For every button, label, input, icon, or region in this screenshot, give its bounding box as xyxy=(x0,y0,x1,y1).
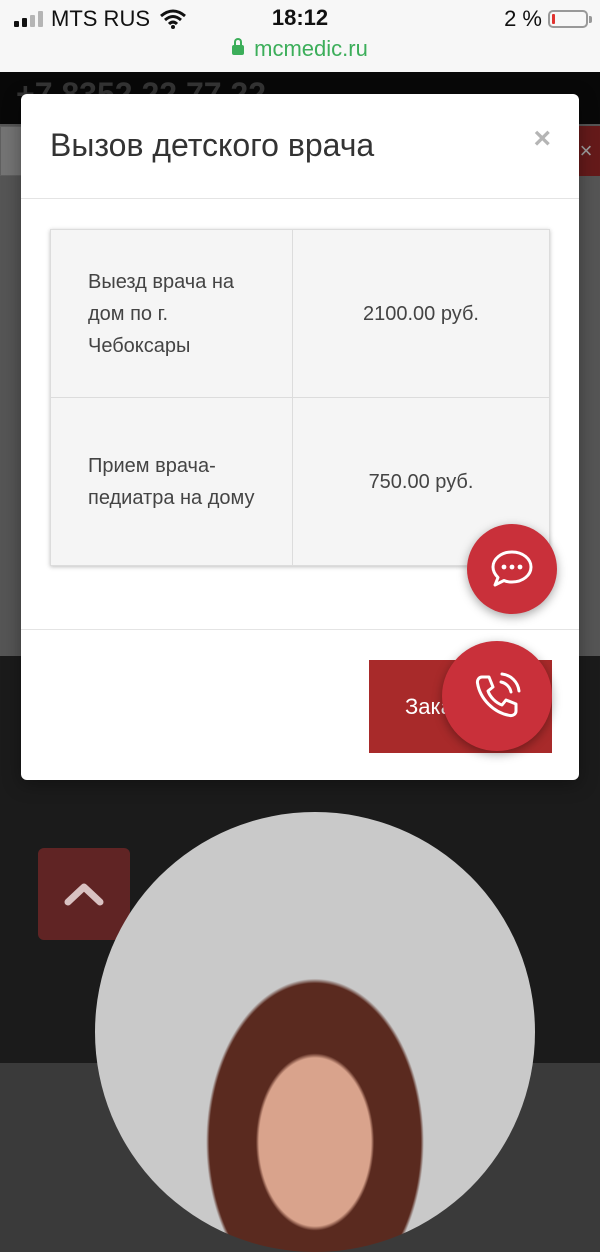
phone-call-icon xyxy=(475,672,521,718)
close-icon[interactable]: × xyxy=(533,122,551,156)
table-row: Прием врача-педиатра на дому 750.00 руб. xyxy=(50,397,550,566)
scroll-top-button[interactable] xyxy=(38,848,130,940)
modal-title: Вызов детского врача xyxy=(50,127,375,163)
battery-icon xyxy=(548,10,592,28)
battery-status: 2 % xyxy=(504,6,592,32)
status-bar: MTS RUS 18:12 2 % mcmedic.ru xyxy=(0,0,600,72)
lock-icon xyxy=(232,38,245,55)
url-text: mcmedic.ru xyxy=(254,36,368,61)
table-row: Выезд врача на дом по г. Чебоксары 2100.… xyxy=(50,229,550,398)
chat-button[interactable] xyxy=(467,524,557,614)
service-name: Прием врача-педиатра на дому xyxy=(50,397,293,566)
call-button[interactable] xyxy=(442,641,552,751)
chat-bubble-icon xyxy=(491,550,533,587)
battery-percent: 2 % xyxy=(504,6,542,31)
chevron-up-icon xyxy=(64,883,104,906)
doctor-photo xyxy=(95,812,535,1252)
service-name: Выезд врача на дом по г. Чебоксары xyxy=(50,229,293,398)
url-bar[interactable]: mcmedic.ru xyxy=(0,36,600,62)
price-table: Выезд врача на дом по г. Чебоксары 2100.… xyxy=(50,229,550,566)
battery-level xyxy=(552,14,555,24)
service-price: 2100.00 руб. xyxy=(292,229,550,398)
modal-header: Вызов детского врача × xyxy=(21,94,579,199)
